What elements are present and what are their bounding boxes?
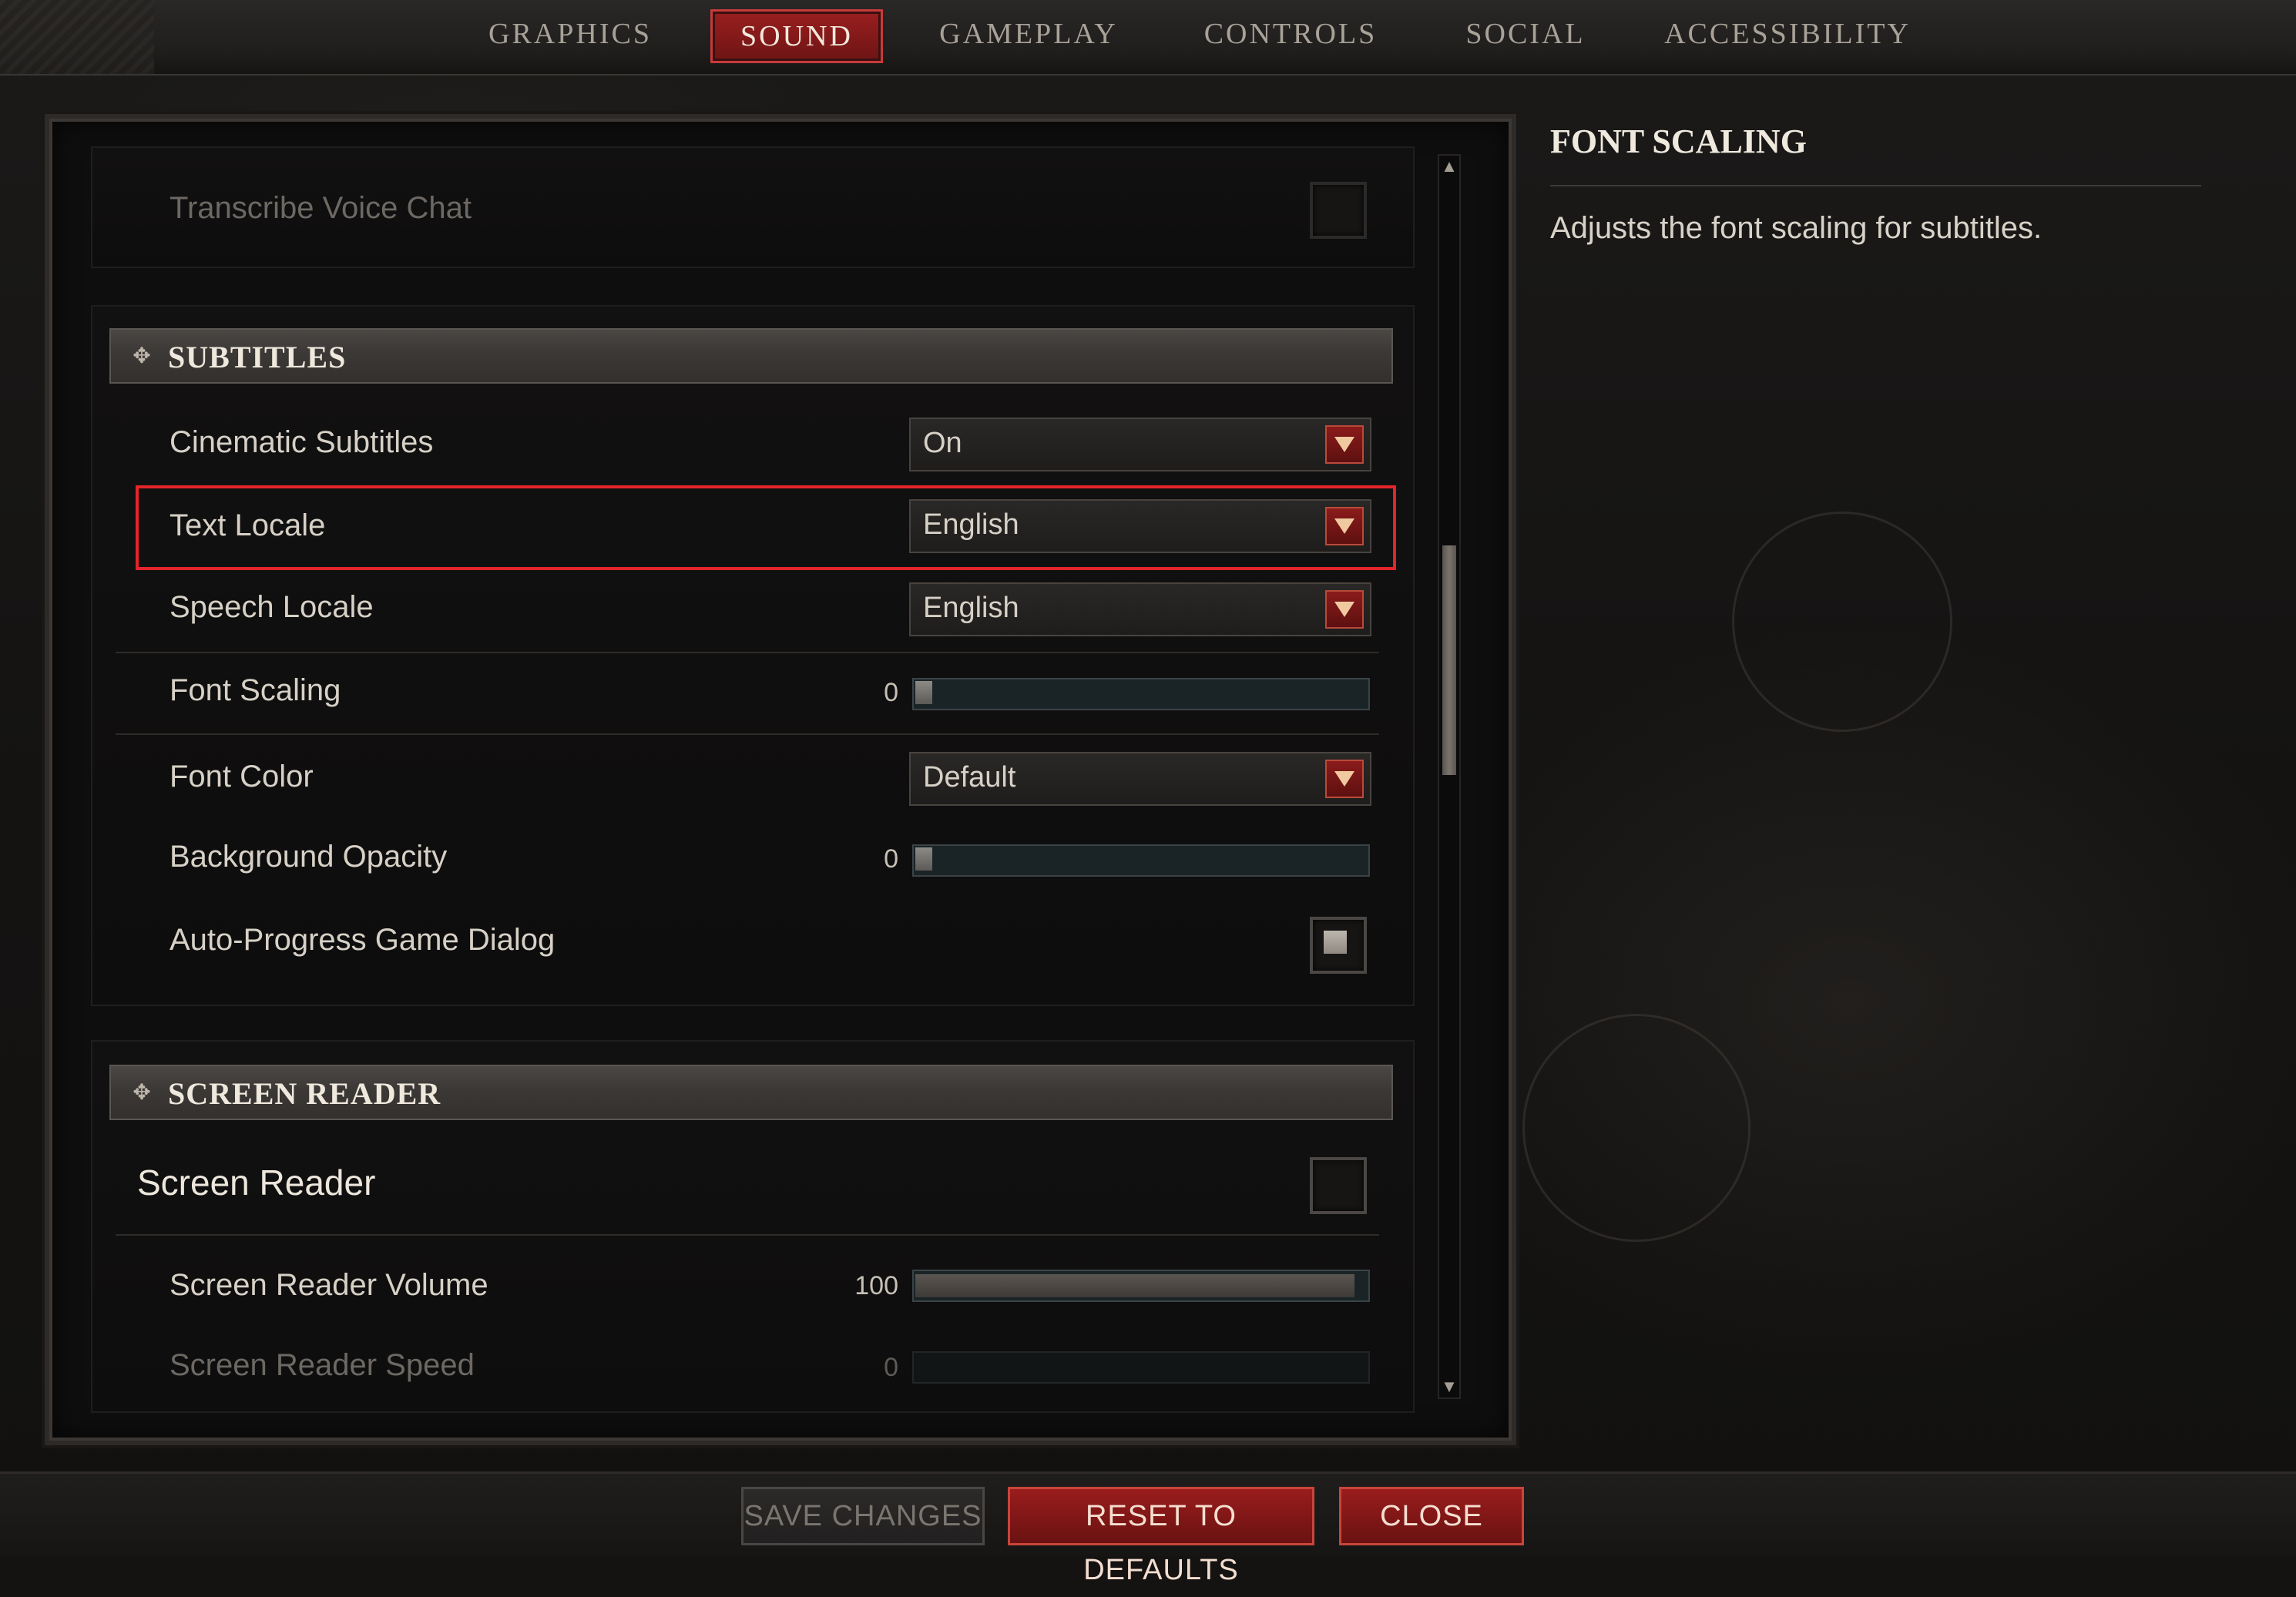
corner-ornament — [0, 0, 154, 74]
scroll-up-arrow-icon[interactable]: ▲ — [1441, 157, 1458, 176]
slider-thumb[interactable] — [915, 681, 932, 704]
info-title: FONT SCALING — [1550, 122, 1807, 160]
triangle-down-icon[interactable] — [1325, 425, 1364, 464]
slider-thumb[interactable] — [915, 847, 932, 871]
screen-reader-speed-value: 0 — [884, 1353, 898, 1382]
screen-reader-volume-slider[interactable] — [912, 1270, 1370, 1302]
tab-controls[interactable]: CONTROLS — [1187, 9, 1395, 59]
info-divider — [1550, 185, 2201, 186]
scroll-thumb[interactable] — [1442, 545, 1456, 775]
background-opacity-value: 0 — [884, 844, 898, 874]
triangle-down-icon[interactable] — [1325, 760, 1364, 798]
speech-locale-value: English — [923, 592, 1019, 624]
background-opacity-slider[interactable] — [912, 844, 1370, 877]
emblem-decoration — [1522, 1014, 1751, 1242]
tab-sound[interactable]: SOUND — [710, 9, 883, 63]
diamond-cluster-icon: ✥ — [133, 344, 151, 367]
cinematic-subtitles-dropdown[interactable]: On — [909, 418, 1371, 471]
subtitles-header: ✥ SUBTITLES — [109, 328, 1393, 384]
text-locale-dropdown[interactable]: English — [909, 499, 1371, 553]
subtitles-card — [91, 305, 1415, 1006]
screen-reader-header-text: SCREEN READER — [168, 1076, 441, 1111]
reset-to-defaults-button[interactable]: RESET TO DEFAULTS — [1008, 1487, 1314, 1586]
tab-gameplay[interactable]: GAMEPLAY — [925, 9, 1133, 59]
save-changes-button[interactable]: SAVE CHANGES — [741, 1487, 985, 1545]
screen-reader-checkbox[interactable] — [1310, 1157, 1367, 1214]
slider-fill — [915, 1274, 1354, 1297]
screen-reader-label: Screen Reader — [137, 1163, 376, 1203]
close-button[interactable]: CLOSE — [1339, 1487, 1524, 1545]
screen-reader-speed-label: Screen Reader Speed — [170, 1348, 475, 1382]
scroll-down-arrow-icon[interactable]: ▼ — [1441, 1377, 1458, 1396]
tab-accessibility[interactable]: ACCESSIBILITY — [1657, 9, 1918, 59]
divider — [116, 733, 1379, 735]
divider — [116, 652, 1379, 653]
font-scaling-label: Font Scaling — [170, 673, 341, 707]
auto-progress-checkbox[interactable] — [1310, 917, 1367, 974]
screen-reader-volume-value: 100 — [854, 1271, 898, 1300]
font-color-dropdown[interactable]: Default — [909, 752, 1371, 806]
transcribe-voice-chat-label: Transcribe Voice Chat — [170, 191, 472, 225]
divider — [116, 1234, 1379, 1236]
diamond-cluster-icon: ✥ — [133, 1080, 151, 1104]
info-description: Adjusts the font scaling for subtitles. — [1550, 211, 2043, 245]
cinematic-subtitles-value: On — [923, 427, 962, 459]
text-locale-label: Text Locale — [170, 508, 326, 542]
screen-reader-speed-slider[interactable] — [912, 1351, 1370, 1384]
font-scaling-slider[interactable] — [912, 678, 1370, 710]
font-scaling-value: 0 — [884, 678, 898, 707]
speech-locale-dropdown[interactable]: English — [909, 582, 1371, 636]
text-locale-value: English — [923, 508, 1019, 541]
font-color-value: Default — [923, 761, 1016, 793]
tab-social[interactable]: SOCIAL — [1448, 9, 1603, 59]
emblem-decoration — [1732, 512, 1952, 732]
speech-locale-label: Speech Locale — [170, 590, 374, 624]
screen-reader-header: ✥ SCREEN READER — [109, 1065, 1393, 1120]
auto-progress-label: Auto-Progress Game Dialog — [170, 923, 556, 957]
settings-scrollbar[interactable]: ▲ ▼ — [1438, 154, 1461, 1399]
tab-bar: GRAPHICS SOUND GAMEPLAY CONTROLS SOCIAL … — [0, 0, 2296, 75]
font-color-label: Font Color — [170, 760, 314, 793]
transcribe-voice-chat-checkbox[interactable] — [1310, 182, 1367, 239]
triangle-down-icon[interactable] — [1325, 590, 1364, 629]
background-opacity-label: Background Opacity — [170, 840, 448, 874]
triangle-down-icon[interactable] — [1325, 507, 1364, 545]
screen-reader-volume-label: Screen Reader Volume — [170, 1268, 488, 1302]
cinematic-subtitles-label: Cinematic Subtitles — [170, 425, 434, 459]
subtitles-header-text: SUBTITLES — [168, 340, 347, 374]
tab-graphics[interactable]: GRAPHICS — [470, 9, 670, 59]
